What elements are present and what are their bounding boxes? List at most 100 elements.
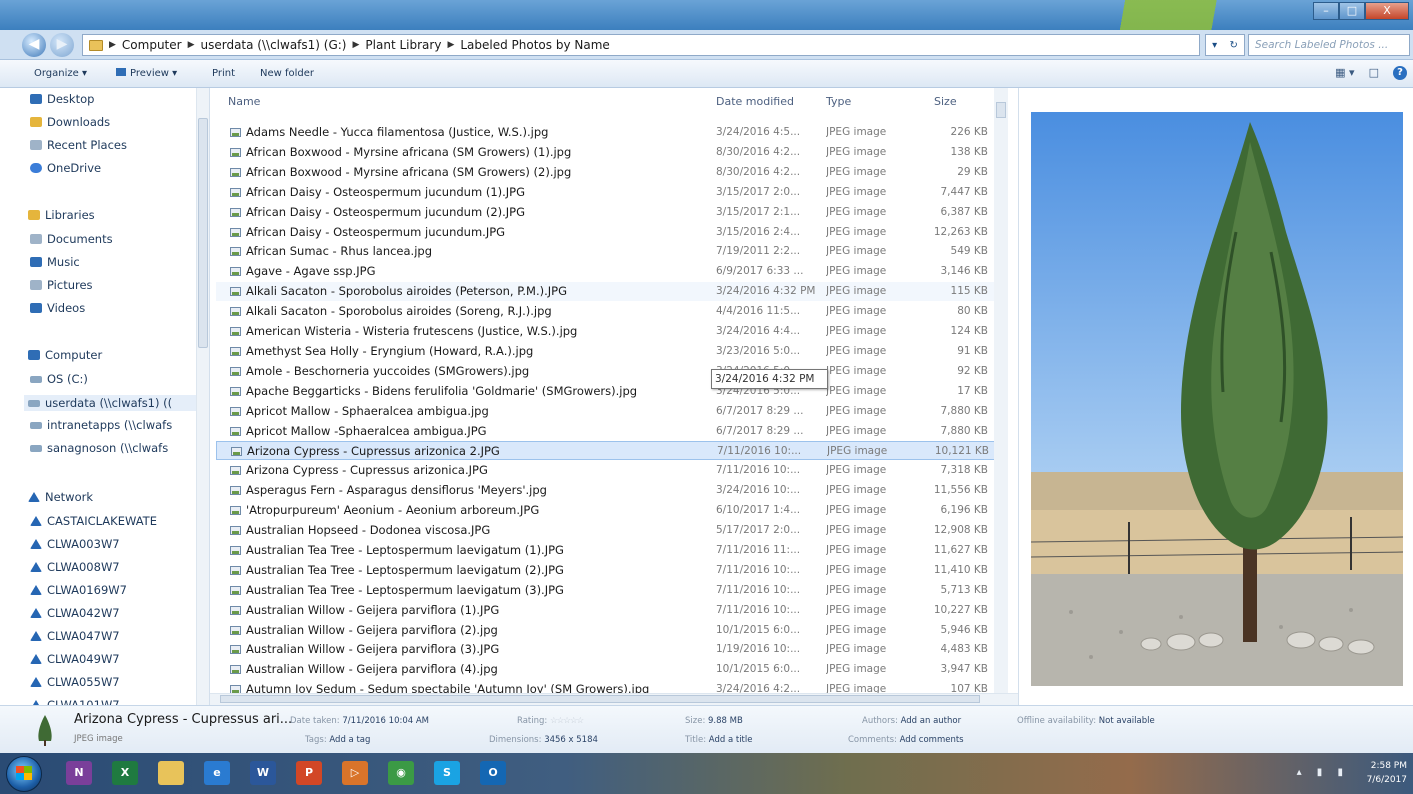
nav-documents[interactable]: Documents	[30, 232, 113, 246]
file-row[interactable]: Australian Willow - Geijera parviflora (…	[216, 621, 996, 640]
taskbar-media-icon[interactable]: ▷	[342, 761, 368, 785]
details-title[interactable]: Title: Add a title	[685, 735, 752, 745]
nav-network[interactable]: Network	[28, 490, 93, 504]
history-dropdown-icon[interactable]: ▾	[1212, 40, 1217, 51]
file-row[interactable]: 'Atropurpureum' Aeonium - Aeonium arbore…	[216, 501, 996, 520]
taskbar-excel-icon[interactable]: X	[112, 761, 138, 785]
file-row[interactable]: Alkali Sacaton - Sporobolus airoides (Pe…	[216, 282, 996, 302]
organize-button[interactable]: Organize ▾	[34, 68, 87, 79]
nav-network-computer[interactable]: CLWA047W7	[30, 629, 120, 643]
minimize-button[interactable]: –	[1313, 2, 1339, 20]
nav-videos[interactable]: Videos	[30, 301, 85, 315]
breadcrumb[interactable]: ▶ Computer ▶ userdata (\\clwafs1) (G:) ▶…	[82, 34, 1200, 56]
chevron-right-icon[interactable]: ▶	[109, 40, 116, 50]
nav-libraries[interactable]: Libraries	[28, 208, 95, 222]
title-bar[interactable]: – □ X	[0, 0, 1413, 30]
breadcrumb-labeled-photos[interactable]: Labeled Photos by Name	[460, 38, 609, 52]
close-button[interactable]: X	[1365, 2, 1409, 20]
file-row[interactable]: Arizona Cypress - Cupressus arizonica 2.…	[216, 441, 996, 461]
breadcrumb-computer[interactable]: Computer	[122, 38, 182, 52]
file-row[interactable]: African Boxwood - Myrsine africana (SM G…	[216, 143, 996, 162]
file-row[interactable]: Apricot Mallow - Sphaeralcea ambigua.jpg…	[216, 402, 996, 421]
file-row[interactable]: African Daisy - Osteospermum jucundum (1…	[216, 183, 996, 202]
file-row[interactable]: African Daisy - Osteospermum jucundum (2…	[216, 203, 996, 222]
forward-button[interactable]: ▶	[50, 33, 74, 57]
file-row[interactable]: Adams Needle - Yucca filamentosa (Justic…	[216, 123, 996, 142]
file-row[interactable]: African Sumac - Rhus lancea.jpg 7/19/2011…	[216, 242, 996, 261]
breadcrumb-plant-library[interactable]: Plant Library	[365, 38, 441, 52]
taskbar-chrome-icon[interactable]: ◉	[388, 761, 414, 785]
nav-network-computer[interactable]: CLWA049W7	[30, 652, 120, 666]
file-row[interactable]: Australian Hopseed - Dodonea viscosa.JPG…	[216, 521, 996, 540]
file-row[interactable]: Apache Beggarticks - Bidens ferulifolia …	[216, 382, 996, 401]
file-row[interactable]: Australian Tea Tree - Leptospermum laevi…	[216, 561, 996, 580]
preview-pane-icon[interactable]: □	[1369, 66, 1379, 80]
file-row[interactable]: Arizona Cypress - Cupressus arizonica.JP…	[216, 461, 996, 480]
file-list-hscroll-thumb[interactable]	[220, 695, 980, 703]
file-list-vscroll-thumb[interactable]	[996, 102, 1006, 118]
taskbar-word-icon[interactable]: W	[250, 761, 276, 785]
taskbar-explorer-icon[interactable]	[158, 761, 184, 785]
file-row[interactable]: Australian Tea Tree - Leptospermum laevi…	[216, 581, 996, 600]
taskbar-skype-icon[interactable]: S	[434, 761, 460, 785]
taskbar-onenote-icon[interactable]: N	[66, 761, 92, 785]
file-row[interactable]: Amole - Beschorneria yuccoides (SMGrower…	[216, 362, 996, 381]
file-row[interactable]: African Daisy - Osteospermum jucundum.JP…	[216, 223, 996, 242]
column-header-name[interactable]: Name	[228, 95, 260, 108]
column-header-date[interactable]: Date modified	[716, 95, 794, 108]
file-row[interactable]: Apricot Mallow -Sphaeralcea ambigua.JPG 6…	[216, 422, 996, 441]
chevron-right-icon[interactable]: ▶	[447, 40, 454, 50]
nav-recent-places[interactable]: Recent Places	[30, 138, 127, 152]
file-row[interactable]: Australian Willow - Geijera parviflora (…	[216, 640, 996, 659]
column-header-size[interactable]: Size	[934, 95, 957, 108]
new-folder-button[interactable]: New folder	[260, 68, 314, 79]
file-row[interactable]: African Boxwood - Myrsine africana (SM G…	[216, 163, 996, 182]
file-row[interactable]: Australian Willow - Geijera parviflora (…	[216, 601, 996, 620]
nav-pictures[interactable]: Pictures	[30, 278, 93, 292]
refresh-icon[interactable]: ↻	[1229, 40, 1237, 51]
chevron-right-icon[interactable]: ▶	[353, 40, 360, 50]
nav-drive-intranetapps[interactable]: intranetapps (\\clwafs	[30, 418, 172, 432]
maximize-button[interactable]: □	[1339, 2, 1365, 20]
nav-network-computer[interactable]: CLWA003W7	[30, 537, 120, 551]
nav-network-computer[interactable]: CLWA0169W7	[30, 583, 127, 597]
file-row[interactable]: Australian Willow - Geijera parviflora (…	[216, 660, 996, 679]
file-row[interactable]: Australian Tea Tree - Leptospermum laevi…	[216, 541, 996, 560]
nav-drive-userdata[interactable]: userdata (\\clwafs1) ((	[24, 395, 196, 411]
nav-onedrive[interactable]: OneDrive	[30, 161, 101, 175]
nav-network-computer[interactable]: CASTAICLAKEWATE	[30, 514, 157, 528]
nav-network-computer[interactable]: CLWA101W7	[30, 698, 120, 705]
details-comments[interactable]: Comments: Add comments	[848, 735, 964, 745]
tray-icons[interactable]: ▴ ▮ ▮	[1297, 767, 1349, 778]
nav-desktop[interactable]: Desktop	[30, 92, 94, 106]
details-authors[interactable]: Authors: Add an author	[862, 716, 961, 726]
taskbar-internet-explorer-icon[interactable]: e	[204, 761, 230, 785]
nav-downloads[interactable]: Downloads	[30, 115, 110, 129]
nav-scroll-thumb[interactable]	[198, 118, 208, 348]
nav-computer[interactable]: Computer	[28, 348, 102, 362]
file-row[interactable]: American Wisteria - Wisteria frutescens …	[216, 322, 996, 341]
file-row[interactable]: Asperagus Fern - Asparagus densiflorus '…	[216, 481, 996, 500]
back-button[interactable]: ◀	[22, 33, 46, 57]
taskbar-powerpoint-icon[interactable]: P	[296, 761, 322, 785]
view-options-icon[interactable]: ▦ ▾	[1335, 66, 1354, 80]
chevron-right-icon[interactable]: ▶	[188, 40, 195, 50]
details-tags[interactable]: Tags: Add a tag	[305, 735, 370, 745]
nav-network-computer[interactable]: CLWA042W7	[30, 606, 120, 620]
search-input[interactable]: Search Labeled Photos ...	[1248, 34, 1410, 56]
taskbar-outlook-icon[interactable]: O	[480, 761, 506, 785]
file-list-vscrollbar[interactable]	[994, 88, 1008, 693]
details-rating[interactable]: Rating: ☆☆☆☆☆	[517, 716, 584, 726]
file-row[interactable]: Amethyst Sea Holly - Eryngium (Howard, R…	[216, 342, 996, 361]
file-row[interactable]: Alkali Sacaton - Sporobolus airoides (So…	[216, 302, 996, 321]
nav-music[interactable]: Music	[30, 255, 80, 269]
print-button[interactable]: Print	[212, 68, 235, 79]
column-header-type[interactable]: Type	[826, 95, 851, 108]
file-row[interactable]: Agave - Agave ssp.JPG 6/9/2017 6:33 ... JP…	[216, 262, 996, 281]
nav-network-computer[interactable]: CLWA055W7	[30, 675, 120, 689]
breadcrumb-userdata[interactable]: userdata (\\clwafs1) (G:)	[201, 38, 347, 52]
nav-network-computer[interactable]: CLWA008W7	[30, 560, 120, 574]
clock[interactable]: 2:58 PM 7/6/2017	[1367, 759, 1407, 787]
nav-drive-c[interactable]: OS (C:)	[30, 372, 88, 386]
preview-button[interactable]: Preview ▾	[116, 68, 177, 79]
